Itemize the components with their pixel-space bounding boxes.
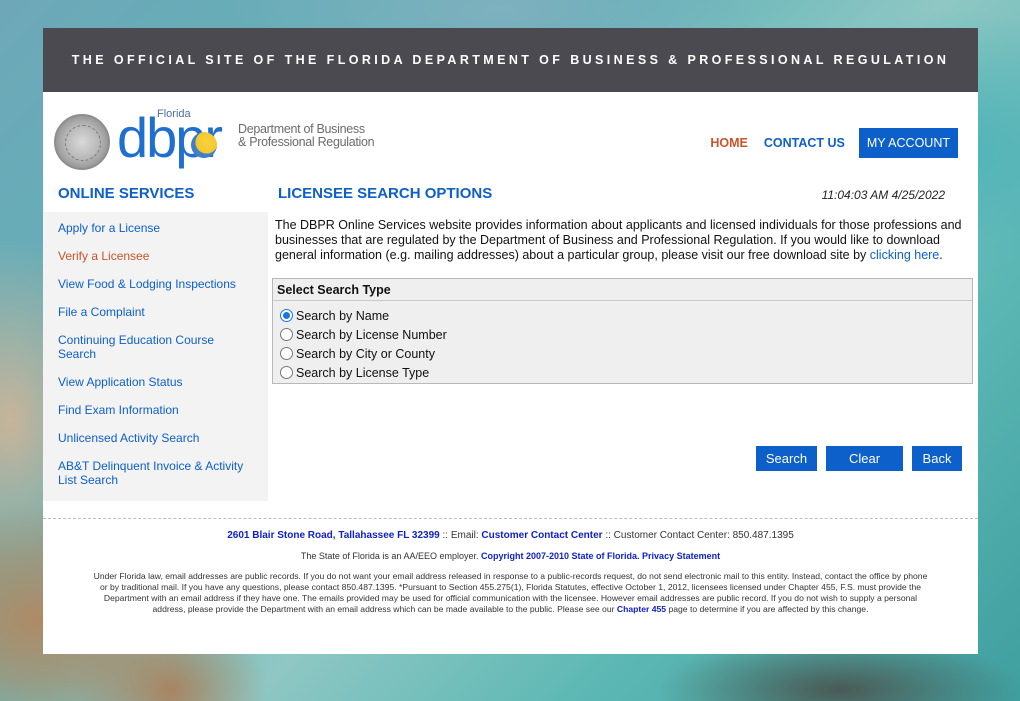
dbpr-logo[interactable]: dbpr Florida Department of Business & Pr… [117,108,387,168]
option-search-by-license-type[interactable]: Search by License Type [280,363,965,382]
intro-text: The DBPR Online Services website provide… [275,218,962,262]
state-seal-icon [54,114,110,170]
radio-search-by-license-type[interactable] [280,366,293,379]
chapter-455-link[interactable]: Chapter 455 [617,604,666,614]
sidebar-item-abt-delinquent-invoice[interactable]: AB&T Delinquent Invoice & Activity List … [58,459,243,487]
logo-department-name: Department of Business & Professional Re… [238,123,375,149]
sidebar-item: AB&T Delinquent Invoice & Activity List … [43,459,268,487]
clicking-here-link[interactable]: clicking here [870,248,939,262]
footer-phone-text: :: Customer Contact Center: 850.487.1395 [602,530,794,541]
site-footer: 2601 Blair Stone Road, Tallahassee FL 32… [43,518,978,615]
footer-contact-line: 2601 Blair Stone Road, Tallahassee FL 32… [43,530,978,541]
sidebar-item-continuing-education[interactable]: Continuing Education Course Search [58,333,214,361]
page-container: THE OFFICIAL SITE OF THE FLORIDA DEPARTM… [43,28,978,654]
sidebar-item-verify-licensee[interactable]: Verify a Licensee [58,249,149,263]
sidebar-item: View Application Status [43,375,268,389]
legal-end-text: page to determine if you are affected by… [666,604,869,614]
radio-search-by-name[interactable] [280,309,293,322]
search-button[interactable]: Search [756,446,817,471]
official-site-banner: THE OFFICIAL SITE OF THE FLORIDA DEPARTM… [43,28,978,92]
main-content: LICENSEE SEARCH OPTIONS 11:04:03 AM 4/25… [272,180,973,471]
sidebar-title: ONLINE SERVICES [58,185,195,202]
eeo-text: The State of Florida is an AA/EEO employ… [300,551,481,561]
option-label: Search by Name [296,308,390,323]
sidebar-item: Apply for a License [43,221,268,235]
sidebar-item: Verify a Licensee [43,249,268,263]
radio-search-by-city-county[interactable] [280,347,293,360]
sidebar-item-unlicensed-activity[interactable]: Unlicensed Activity Search [58,431,199,445]
intro-end: . [939,248,943,262]
sidebar-item-exam-information[interactable]: Find Exam Information [58,403,179,417]
sidebar-item-food-lodging-inspections[interactable]: View Food & Lodging Inspections [58,277,236,291]
timestamp: 11:04:03 AM 4/25/2022 [821,188,945,202]
customer-contact-center-link[interactable]: Customer Contact Center [481,530,602,541]
sidebar-item-apply-license[interactable]: Apply for a License [58,221,160,235]
banner-text: THE OFFICIAL SITE OF THE FLORIDA DEPARTM… [71,53,950,67]
address-link[interactable]: 2601 Blair Stone Road, Tallahassee FL 32… [227,530,440,541]
search-type-heading: Select Search Type [273,279,972,301]
option-search-by-city-county[interactable]: Search by City or County [280,344,965,363]
privacy-statement-link[interactable]: Privacy Statement [642,551,720,561]
logo-florida-text: Florida [157,108,191,120]
sidebar-item: Continuing Education Course Search [43,333,268,361]
option-label: Search by License Type [296,365,430,380]
form-actions: Search Clear Back [747,446,962,471]
footer-legal-notice: Under Florida law, email addresses are p… [91,571,931,615]
sidebar: ONLINE SERVICES Apply for a License Veri… [43,180,268,501]
footer-sep-1: :: Email: [439,530,482,541]
option-search-by-license-number[interactable]: Search by License Number [280,325,965,344]
search-type-options: Search by Name Search by License Number … [273,301,972,383]
option-label: Search by License Number [296,327,447,342]
top-navigation: HOME CONTACT US MY ACCOUNT [694,128,958,158]
sidebar-item: File a Complaint [43,305,268,319]
intro-paragraph: The DBPR Online Services website provide… [272,218,970,263]
sidebar-item-application-status[interactable]: View Application Status [58,375,183,389]
sidebar-item-file-complaint[interactable]: File a Complaint [58,305,145,319]
logo-line-2: & Professional Regulation [238,135,375,149]
footer-eeo-line: The State of Florida is an AA/EEO employ… [43,551,978,561]
copyright-link[interactable]: Copyright 2007-2010 State of Florida. [481,551,640,561]
nav-home-link[interactable]: HOME [710,136,748,150]
option-search-by-name[interactable]: Search by Name [280,306,965,325]
option-label: Search by City or County [296,346,435,361]
sidebar-item: Find Exam Information [43,403,268,417]
search-type-panel: Select Search Type Search by Name Search… [272,278,973,384]
sidebar-item: Unlicensed Activity Search [43,431,268,445]
sidebar-menu: Apply for a License Verify a Licensee Vi… [43,212,268,501]
nav-contact-us-link[interactable]: CONTACT US [764,136,845,150]
radio-search-by-license-number[interactable] [280,328,293,341]
site-header: dbpr Florida Department of Business & Pr… [43,92,978,180]
nav-my-account-button[interactable]: MY ACCOUNT [858,128,958,158]
clear-button[interactable]: Clear [826,446,903,471]
back-button[interactable]: Back [912,446,962,471]
logo-sun-icon [191,132,217,158]
sidebar-item: View Food & Lodging Inspections [43,277,268,291]
